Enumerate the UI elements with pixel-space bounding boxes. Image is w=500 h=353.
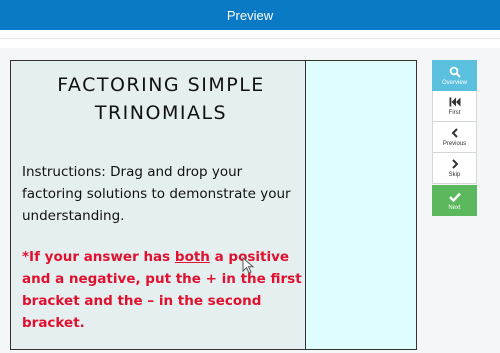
mouse-pointer-icon [242, 257, 255, 274]
divider [0, 38, 500, 39]
page-title: Preview [226, 7, 274, 23]
chevron-right-icon [451, 158, 459, 170]
skip-button[interactable]: Skip [432, 153, 477, 184]
slide-title-line-2: TRINOMIALS [94, 102, 228, 124]
instructions-text: Instructions: Drag and drop your factori… [22, 164, 291, 224]
search-icon [449, 66, 461, 78]
toolbar-area [0, 30, 500, 48]
overview-label: Overview [441, 79, 467, 86]
next-label: Next [448, 204, 461, 211]
note-prefix: *If your answer has [22, 249, 175, 265]
chevron-left-icon [451, 127, 459, 139]
first-label: First [448, 110, 461, 116]
navigation-sidebar: Overview First Previous Skip Next [432, 60, 477, 216]
slide-title-line-1: FACTORING SIMPLE [57, 74, 265, 96]
skip-to-first-icon [449, 96, 461, 108]
skip-label: Skip [448, 172, 461, 178]
previous-label: Previous [442, 141, 467, 147]
note-text: *If your answer has both a positive and … [22, 246, 302, 334]
previous-button[interactable]: Previous [432, 122, 477, 153]
first-button[interactable]: First [432, 91, 477, 122]
check-icon [448, 191, 461, 203]
slide-title: FACTORING SIMPLE TRINOMIALS [31, 71, 291, 127]
overview-button[interactable]: Overview [432, 60, 477, 91]
note-emphasis: both [174, 249, 210, 265]
next-button[interactable]: Next [432, 185, 477, 216]
answer-drop-zone[interactable] [306, 60, 417, 350]
header-bar: Preview [0, 0, 500, 30]
slide-content: FACTORING SIMPLE TRINOMIALS Instructions… [10, 60, 306, 350]
